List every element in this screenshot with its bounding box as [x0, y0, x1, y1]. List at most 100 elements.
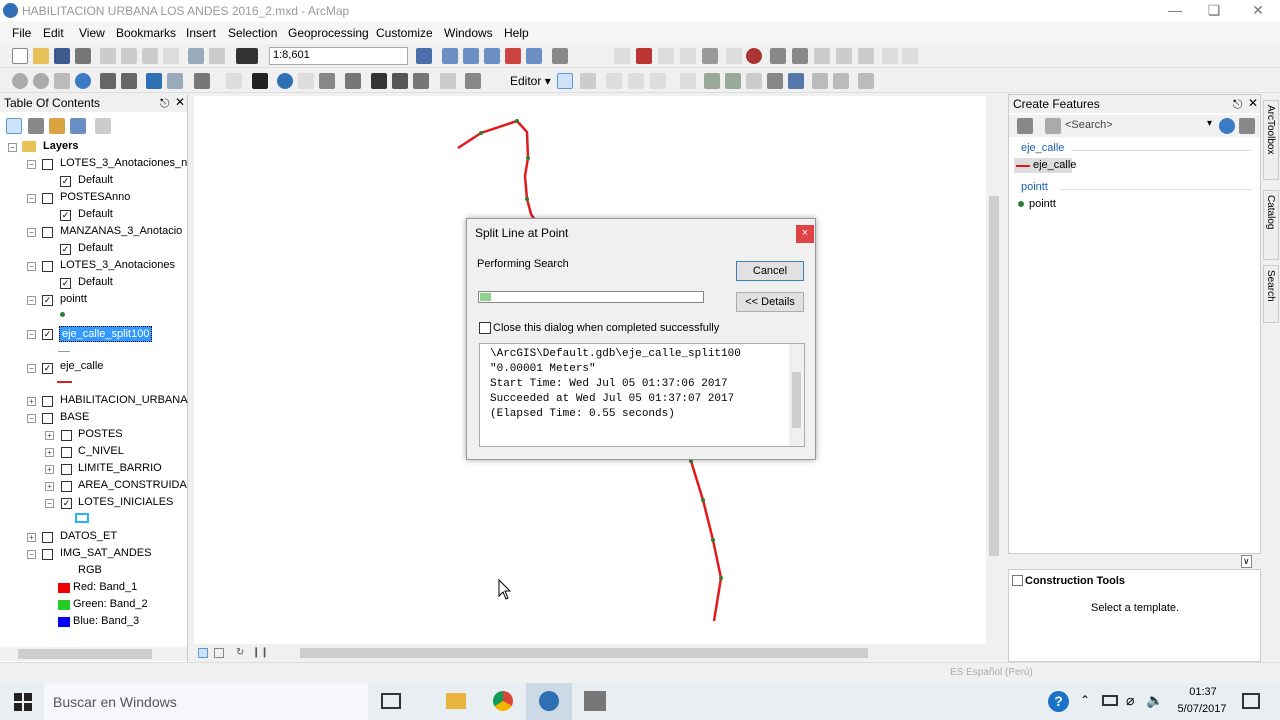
sketch-properties-icon[interactable]	[833, 73, 849, 89]
toc-horizontal-scrollbar[interactable]	[0, 647, 187, 661]
modelbuilder-icon[interactable]	[552, 48, 568, 64]
checkbox-default-3[interactable]: ✓	[60, 244, 71, 255]
catalog-icon[interactable]	[463, 48, 479, 64]
list-by-selection-icon[interactable]	[70, 118, 86, 134]
clock-date[interactable]: 5/07/2017	[1172, 703, 1232, 715]
map-vscroll-thumb[interactable]	[989, 196, 999, 556]
edit-annotation-icon[interactable]	[580, 73, 596, 89]
minimize-button[interactable]: —	[1160, 2, 1190, 20]
layer-img-sat-andes[interactable]: IMG_SAT_ANDES	[60, 547, 152, 559]
expand-eje-calle-split[interactable]: −	[27, 330, 36, 339]
identify-icon[interactable]	[277, 73, 293, 89]
organize-templates-icon[interactable]	[1017, 118, 1033, 134]
checkbox-lotes-iniciales[interactable]: ✓	[61, 498, 72, 509]
snap-icon[interactable]	[614, 48, 630, 64]
menu-insert[interactable]: Insert	[186, 26, 216, 40]
split-tool-icon[interactable]	[767, 73, 783, 89]
full-extent-icon[interactable]	[75, 73, 91, 89]
zoom-in-icon[interactable]	[12, 73, 28, 89]
checkbox-limite-barrio[interactable]	[61, 464, 72, 475]
python-icon[interactable]	[526, 48, 542, 64]
point-icon[interactable]	[680, 73, 696, 89]
layer-manzanas-anno[interactable]: MANZANAS_3_Anotacio	[60, 225, 182, 237]
layer-icon[interactable]	[882, 48, 898, 64]
fixed-zoom-in-icon[interactable]	[100, 73, 116, 89]
create-viewer-icon[interactable]	[465, 73, 481, 89]
taskbar-search-box[interactable]: Buscar en Windows	[44, 683, 368, 720]
cut-icon[interactable]	[100, 48, 116, 64]
html-popup-icon[interactable]	[319, 73, 335, 89]
file-explorer-icon[interactable]	[446, 693, 466, 709]
group-base[interactable]: BASE	[60, 411, 89, 423]
checkbox-base[interactable]	[42, 413, 53, 424]
expand-postesanno[interactable]: −	[27, 194, 36, 203]
checkbox-lotes-anno[interactable]	[42, 261, 53, 272]
expand-manzanas-anno[interactable]: −	[27, 228, 36, 237]
expand-lotes-anno-n[interactable]: −	[27, 160, 36, 169]
attributes-icon[interactable]	[770, 48, 786, 64]
pause-drawing-icon[interactable]: ❙❙	[252, 647, 269, 658]
expand-eje-calle[interactable]: −	[27, 364, 36, 373]
vertex-edit-icon[interactable]	[636, 48, 652, 64]
attributes-window-icon[interactable]	[812, 73, 828, 89]
log-scroll-thumb[interactable]	[792, 372, 801, 428]
search-icon[interactable]	[1219, 118, 1235, 134]
checkbox-lotes-anno-n[interactable]	[42, 159, 53, 170]
create-features-icon[interactable]	[858, 73, 874, 89]
new-icon[interactable]	[12, 48, 28, 64]
power-icon[interactable]	[1102, 695, 1118, 706]
layer-lotes-anno[interactable]: LOTES_3_Anotaciones	[60, 259, 175, 271]
find-icon[interactable]	[371, 73, 387, 89]
layer-default-2[interactable]: Default	[78, 208, 113, 220]
checkbox-pointt[interactable]: ✓	[42, 295, 53, 306]
layer-pointt[interactable]: pointt	[60, 293, 87, 305]
expand-base[interactable]: −	[27, 414, 36, 423]
log-scrollbar[interactable]	[789, 344, 804, 446]
template-eje-calle[interactable]: eje_calle	[1014, 158, 1076, 173]
cancel-button[interactable]: Cancel	[736, 261, 804, 281]
checkbox-eje-calle[interactable]: ✓	[42, 363, 53, 374]
tab-search[interactable]: Search	[1263, 265, 1279, 323]
open-icon[interactable]	[33, 48, 49, 64]
undo-icon[interactable]	[188, 48, 204, 64]
print-icon[interactable]	[75, 48, 91, 64]
back-icon[interactable]	[146, 73, 162, 89]
create-close-icon[interactable]: ✕	[1248, 96, 1258, 110]
measure-icon[interactable]	[345, 73, 361, 89]
checkbox-eje-calle-split[interactable]: ✓	[42, 329, 53, 340]
expand-habilitacion[interactable]: +	[27, 397, 36, 406]
globe-icon[interactable]	[746, 48, 762, 64]
task-view-icon[interactable]	[381, 693, 401, 709]
list-by-source-icon[interactable]	[28, 118, 44, 134]
layer-default-3[interactable]: Default	[78, 242, 113, 254]
close-button[interactable]: ✕	[1243, 2, 1273, 20]
checkbox-habilitacion[interactable]	[42, 396, 53, 407]
reshape-icon[interactable]	[658, 48, 674, 64]
menu-geoprocessing[interactable]: Geoprocessing	[288, 26, 369, 40]
arcmap-taskbar-button[interactable]	[526, 683, 572, 720]
layer-datos-et[interactable]: DATOS_ET	[60, 530, 117, 542]
layer-eje-calle[interactable]: eje_calle	[60, 360, 103, 372]
template-search-input[interactable]: <Search>	[1065, 119, 1113, 131]
expand-postes[interactable]: +	[45, 431, 54, 440]
layer-default-1[interactable]: Default	[78, 174, 113, 186]
topology-icon[interactable]	[814, 48, 830, 64]
checkbox-manzanas-anno[interactable]	[42, 227, 53, 238]
layer-lotes-anno-n[interactable]: LOTES_3_Anotaciones_n	[60, 157, 187, 169]
pin-icon[interactable]: ⎋	[160, 96, 170, 111]
sketch-icon[interactable]	[792, 48, 808, 64]
list-by-visibility-icon[interactable]	[49, 118, 65, 134]
save-icon[interactable]	[54, 48, 70, 64]
edit-vertices-icon[interactable]	[704, 73, 720, 89]
expand-lotes-iniciales[interactable]: −	[45, 499, 54, 508]
toc-options-icon[interactable]	[95, 118, 111, 134]
straight-segment-icon[interactable]	[606, 73, 622, 89]
tab-arctoolbox[interactable]: ArcToolbox	[1263, 100, 1279, 180]
search-window-icon[interactable]	[484, 48, 500, 64]
split-icon[interactable]	[702, 48, 718, 64]
volume-icon[interactable]: 🔈	[1146, 692, 1163, 709]
checkbox-default-2[interactable]: ✓	[60, 210, 71, 221]
expand-datos-et[interactable]: +	[27, 533, 36, 542]
expand-pointt[interactable]: −	[27, 296, 36, 305]
arccatalog-taskbar-icon[interactable]	[584, 691, 606, 711]
